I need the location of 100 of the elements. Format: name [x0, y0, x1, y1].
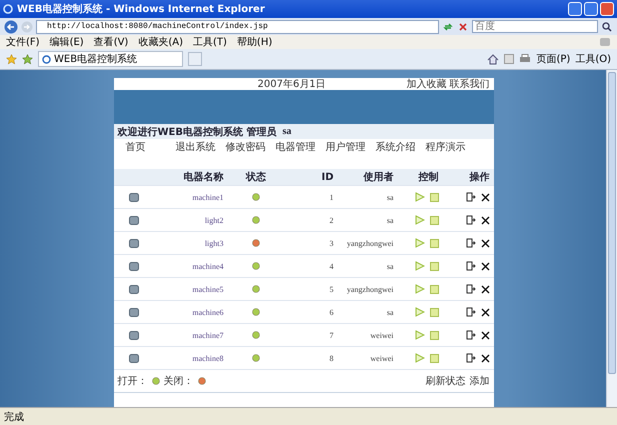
- device-name[interactable]: machine4: [192, 262, 224, 270]
- search-icon[interactable]: [601, 20, 613, 32]
- nav-link[interactable]: 首页: [126, 140, 176, 154]
- welcome-text: 欢迎进行WEB电器控制系统 管理员: [118, 125, 276, 138]
- delete-icon[interactable]: [480, 284, 490, 294]
- table-cell: sa: [386, 192, 394, 202]
- edit-icon[interactable]: [466, 215, 476, 225]
- edit-icon[interactable]: [466, 307, 476, 317]
- toolbar-button[interactable]: 页面(P): [536, 52, 570, 66]
- play-icon[interactable]: [414, 238, 424, 248]
- play-icon[interactable]: [414, 353, 424, 363]
- table-cell: sa: [386, 262, 394, 270]
- home-icon[interactable]: [487, 54, 500, 64]
- edit-icon[interactable]: [466, 353, 476, 363]
- status-text: 完成: [4, 410, 24, 424]
- user-name: sa: [282, 126, 292, 137]
- menu-item[interactable]: 帮助(H): [236, 35, 272, 49]
- edit-icon[interactable]: [466, 284, 476, 294]
- device-name[interactable]: machine5: [192, 284, 224, 294]
- close-button[interactable]: [600, 2, 614, 16]
- column-header: 使用者: [364, 170, 394, 184]
- play-icon[interactable]: [414, 284, 424, 294]
- device-icon: [128, 238, 138, 248]
- device-icon: [128, 216, 138, 224]
- table-cell: weiwei: [370, 354, 394, 362]
- device-name[interactable]: light3: [204, 238, 224, 248]
- delete-icon[interactable]: [480, 354, 490, 362]
- play-icon[interactable]: [414, 330, 424, 340]
- table-cell: weiwei: [370, 330, 394, 340]
- legend-label: 关闭：: [164, 374, 194, 388]
- menu-item[interactable]: 文件(F): [6, 35, 40, 49]
- table-cell: yangzhongwei: [346, 238, 394, 248]
- footer-link[interactable]: 添加: [470, 374, 490, 388]
- maximize-button[interactable]: [584, 2, 598, 16]
- favorites-star-icon[interactable]: [6, 54, 17, 64]
- column-header: 状态: [246, 170, 266, 184]
- delete-icon[interactable]: [480, 238, 490, 248]
- device-icon: [128, 330, 138, 340]
- edit-icon[interactable]: [466, 238, 476, 248]
- device-icon: [128, 262, 138, 270]
- menu-item[interactable]: 查看(V): [94, 35, 128, 49]
- device-name[interactable]: light2: [204, 216, 224, 224]
- device-name[interactable]: machine1: [192, 192, 224, 202]
- print-icon[interactable]: [519, 54, 532, 64]
- footer-link[interactable]: 刷新状态: [426, 374, 466, 388]
- browser-logo-icon: [3, 4, 13, 14]
- scroll-thumb[interactable]: [608, 72, 616, 374]
- play-icon[interactable]: [414, 307, 424, 317]
- play-icon[interactable]: [414, 215, 424, 225]
- add-favorite-icon[interactable]: [22, 54, 33, 64]
- play-icon[interactable]: [414, 192, 424, 202]
- device-icon: [128, 284, 138, 294]
- column-header: 电器名称: [184, 170, 224, 184]
- nav-link[interactable]: 用户管理: [326, 140, 376, 154]
- feed-icon[interactable]: [504, 54, 514, 64]
- nav-link[interactable]: 系统介绍: [376, 140, 426, 154]
- delete-icon[interactable]: [480, 262, 490, 270]
- table-cell: 6: [330, 308, 334, 316]
- table-cell: sa: [386, 308, 394, 316]
- column-header: 控制: [418, 170, 438, 184]
- date-text: 2007年6月1日: [258, 78, 326, 91]
- delete-icon[interactable]: [480, 216, 490, 224]
- nav-link[interactable]: 程序演示: [426, 140, 476, 154]
- table-cell: yangzhongwei: [346, 284, 394, 294]
- device-name[interactable]: machine8: [192, 354, 224, 362]
- menu-item[interactable]: 工具(T): [193, 35, 227, 49]
- minimize-button[interactable]: [568, 2, 582, 16]
- delete-icon[interactable]: [480, 192, 490, 202]
- table-cell: 7: [330, 330, 334, 340]
- toolbar-button[interactable]: 工具(O): [575, 52, 611, 66]
- top-link[interactable]: 加入收藏: [406, 77, 446, 91]
- device-icon: [128, 192, 138, 202]
- play-icon[interactable]: [414, 261, 424, 271]
- table-cell: 8: [330, 354, 334, 362]
- table-cell: 4: [330, 262, 334, 270]
- table-cell: 1: [330, 192, 334, 202]
- device-icon: [128, 354, 138, 362]
- top-link[interactable]: 联系我们: [450, 77, 490, 91]
- menu-item[interactable]: 收藏夹(A): [138, 35, 183, 49]
- table-cell: 5: [330, 284, 334, 294]
- nav-link[interactable]: 修改密码: [226, 140, 276, 154]
- delete-icon[interactable]: [480, 330, 490, 340]
- column-header: ID: [321, 172, 334, 182]
- table-cell: 2: [330, 216, 334, 224]
- stop-icon[interactable]: [457, 20, 469, 32]
- nav-link[interactable]: 退出系统: [176, 140, 226, 154]
- device-name[interactable]: machine6: [192, 308, 224, 316]
- nav-link[interactable]: 电器管理: [276, 140, 326, 154]
- table-cell: 3: [330, 238, 334, 248]
- back-icon[interactable]: [4, 20, 18, 34]
- edit-icon[interactable]: [466, 330, 476, 340]
- browser-tab[interactable]: WEB电器控制系统: [38, 51, 183, 67]
- delete-icon[interactable]: [480, 308, 490, 316]
- address-field[interactable]: http://localhost:8080/machineControl/index.jsp: [36, 20, 439, 34]
- scrollbar[interactable]: [606, 70, 617, 407]
- menu-item[interactable]: 编辑(E): [50, 35, 84, 49]
- refresh-icon[interactable]: [442, 20, 454, 32]
- device-name[interactable]: machine7: [192, 330, 224, 340]
- edit-icon[interactable]: [466, 261, 476, 271]
- edit-icon[interactable]: [466, 192, 476, 202]
